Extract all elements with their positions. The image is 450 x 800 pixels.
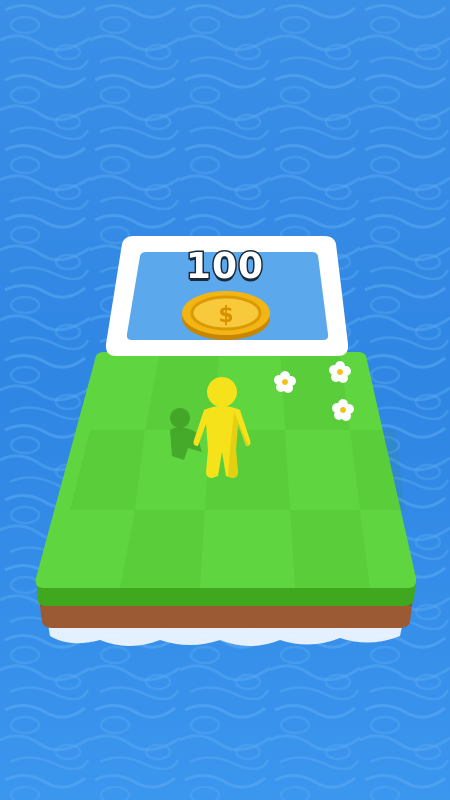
game-scene: $	[35, 236, 417, 646]
unlock-cost-label: 100	[184, 245, 265, 289]
dollar-coin-icon: $	[182, 291, 270, 340]
svg-text:$: $	[218, 303, 233, 328]
